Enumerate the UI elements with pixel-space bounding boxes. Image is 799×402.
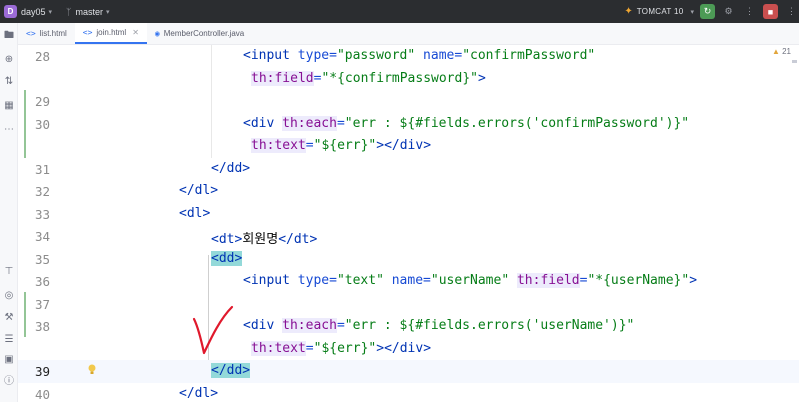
code-text: th:text="${err}"></div> bbox=[251, 138, 432, 153]
line-number: 30 bbox=[34, 116, 50, 132]
chevron-down-icon[interactable]: ▾ bbox=[49, 8, 53, 16]
tab-member-controller[interactable]: ◉ MemberController.java bbox=[147, 23, 252, 44]
code-editor[interactable]: ▲ 21 28 <input type="password" name="con… bbox=[18, 45, 799, 402]
tool-window-strip: 🖿 ⊕ ⇅ ▦ ⋯ ⊤ ◎ ⚒ ☰ ▣ ⓘ bbox=[0, 23, 18, 402]
run-toolbar: ✦ TOMCAT 10 ▾ ↻ ⚙ ⋮ ■ ⋮ bbox=[624, 0, 799, 23]
lightbulb-icon[interactable] bbox=[88, 364, 96, 375]
structure-icon[interactable]: ▦ bbox=[2, 99, 16, 113]
code-line: 29 bbox=[18, 90, 799, 113]
project-folder-icon[interactable]: 🖿 bbox=[2, 29, 16, 43]
line-number: 31 bbox=[34, 161, 50, 177]
stop-icon[interactable]: ■ bbox=[763, 4, 778, 19]
code-line: 38 <div th:each="err : ${#fields.errors(… bbox=[18, 315, 799, 338]
line-number: 38 bbox=[34, 319, 50, 334]
code-text: </dd> bbox=[211, 363, 251, 378]
tomcat-icon: ✦ bbox=[624, 6, 633, 17]
code-line: 33 <dl> bbox=[18, 203, 799, 226]
code-text: th:field="*{confirmPassword}"> bbox=[251, 70, 486, 86]
line-number: 36 bbox=[34, 274, 50, 289]
matched-tag: <dd> bbox=[211, 250, 243, 266]
tab-label: join.html bbox=[96, 28, 127, 37]
line-number: 32 bbox=[34, 184, 50, 199]
matched-tag: </dd> bbox=[211, 363, 251, 378]
code-text: <dt>회원명</dt> bbox=[211, 232, 318, 247]
code-line-wrap: th:field="*{confirmPassword}"> bbox=[18, 68, 799, 91]
code-text: <input type="text" name="userName" th:fi… bbox=[243, 273, 698, 288]
line-number: 39 bbox=[34, 364, 50, 379]
more-actions-icon[interactable]: ⋮ bbox=[742, 4, 757, 19]
tab-list-html[interactable]: <> list.html bbox=[18, 23, 75, 44]
code-line: 32 </dl> bbox=[18, 180, 799, 203]
line-number: 37 bbox=[34, 296, 50, 312]
line-number: 28 bbox=[34, 49, 50, 64]
line-number: 29 bbox=[34, 94, 50, 109]
problems-icon[interactable]: ⓘ bbox=[2, 375, 16, 389]
build-icon[interactable]: ⚒ bbox=[2, 311, 16, 325]
more-tools-icon[interactable]: ⋯ bbox=[2, 123, 16, 137]
project-name[interactable]: day05 bbox=[21, 7, 46, 17]
endpoints-icon[interactable]: ⊤ bbox=[2, 265, 16, 279]
code-line: 28 <input type="password" name="confirmP… bbox=[18, 45, 799, 68]
code-line-wrap: th:text="${err}"></div> bbox=[18, 135, 799, 158]
chevron-down-icon[interactable]: ▾ bbox=[690, 8, 694, 16]
html-file-icon: <> bbox=[82, 28, 93, 37]
code-text: <input type="password" name="confirmPass… bbox=[243, 48, 596, 63]
editor-tabs: <> list.html <> join.html ✕ ◉ MemberCont… bbox=[18, 23, 799, 45]
code-line-current: 39 </dd> bbox=[18, 360, 799, 383]
branch-name[interactable]: master bbox=[75, 7, 103, 17]
code-text: th:text="${err}"></div> bbox=[251, 340, 432, 356]
commit-icon[interactable]: ⊕ bbox=[2, 53, 16, 67]
scrollbar-marker[interactable] bbox=[792, 60, 797, 63]
line-number: 40 bbox=[34, 386, 50, 402]
line-number: 35 bbox=[34, 251, 50, 267]
more-vertical-icon[interactable]: ⋮ bbox=[784, 4, 799, 19]
tab-label: MemberController.java bbox=[163, 29, 245, 38]
code-text: <div th:each="err : ${#fields.errors('us… bbox=[243, 318, 635, 333]
project-badge[interactable]: D bbox=[4, 5, 17, 18]
rerun-icon[interactable]: ↻ bbox=[700, 4, 715, 19]
code-text: </dd> bbox=[211, 160, 251, 176]
java-class-icon: ◉ bbox=[154, 29, 160, 38]
services-icon[interactable]: ◎ bbox=[2, 289, 16, 303]
red-checkmark-annotation bbox=[192, 305, 234, 355]
code-line: 40 </dl> bbox=[18, 383, 799, 402]
code-line: 30 <div th:each="err : ${#fields.errors(… bbox=[18, 113, 799, 136]
chevron-down-icon[interactable]: ▾ bbox=[106, 8, 110, 16]
code-line: 35 <dd> bbox=[18, 248, 799, 271]
line-number: 33 bbox=[34, 206, 50, 222]
line-number: 34 bbox=[34, 229, 50, 244]
code-text: <dl> bbox=[179, 205, 211, 221]
html-file-icon: <> bbox=[26, 29, 36, 38]
code-line: 31 </dd> bbox=[18, 158, 799, 181]
title-bar: D day05 ▾ ᛉ master ▾ ✦ TOMCAT 10 ▾ ↻ ⚙ ⋮… bbox=[0, 0, 799, 23]
code-line: 34 <dt>회원명</dt> bbox=[18, 225, 799, 248]
debug-icon[interactable]: ⚙ bbox=[721, 4, 736, 19]
terminal-icon[interactable]: ▣ bbox=[2, 353, 16, 367]
code-text: </dl> bbox=[179, 385, 219, 401]
code-text: </dl> bbox=[179, 183, 219, 198]
code-line: 37 bbox=[18, 293, 799, 316]
code-line-wrap: th:text="${err}"></div> bbox=[18, 338, 799, 361]
git-branch-icon[interactable]: ᛉ bbox=[66, 7, 71, 17]
tab-label: list.html bbox=[39, 29, 67, 38]
tab-join-html[interactable]: <> join.html ✕ bbox=[74, 23, 147, 44]
code-line: 36 <input type="text" name="userName" th… bbox=[18, 270, 799, 293]
layers-icon[interactable]: ☰ bbox=[2, 333, 16, 347]
run-configuration[interactable]: TOMCAT 10 bbox=[637, 7, 684, 16]
code-text: <div th:each="err : ${#fields.errors('co… bbox=[243, 115, 690, 131]
pull-requests-icon[interactable]: ⇅ bbox=[2, 75, 16, 89]
close-icon[interactable]: ✕ bbox=[132, 28, 139, 37]
code-text: <dd> bbox=[211, 250, 243, 266]
